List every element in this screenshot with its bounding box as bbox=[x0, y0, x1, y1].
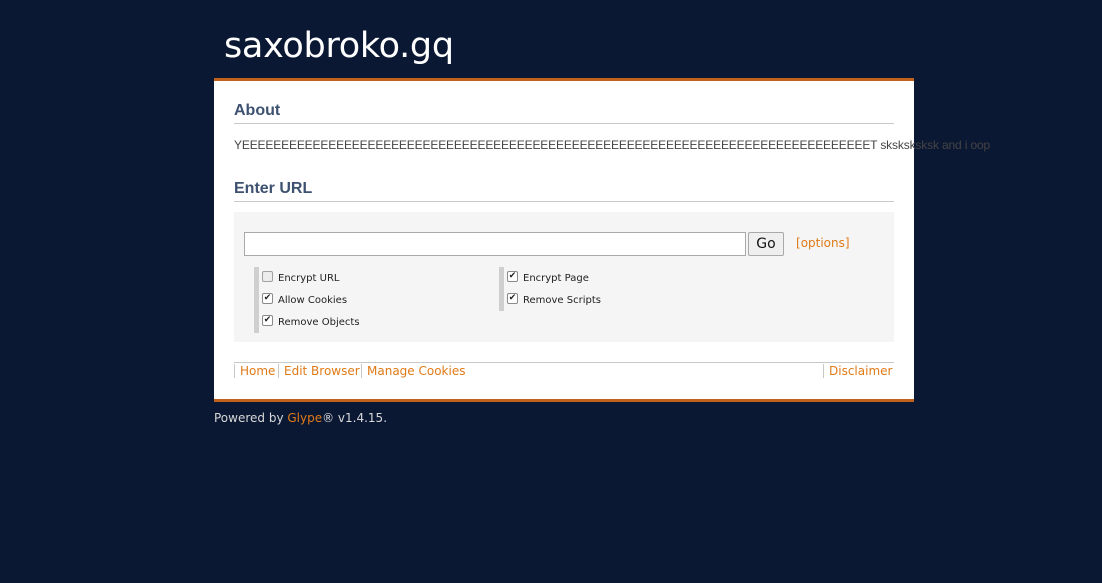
remove-scripts-label: Remove Scripts bbox=[523, 294, 601, 306]
site-title: saxobroko.gq bbox=[224, 26, 454, 66]
nav-edit-browser-link[interactable]: Edit Browser bbox=[278, 364, 360, 378]
glype-link[interactable]: Glype bbox=[287, 411, 322, 425]
encrypt-page-label: Encrypt Page bbox=[523, 272, 589, 284]
url-form-panel: Go [options] Encrypt URL ✔ Allow Cookies… bbox=[234, 212, 894, 342]
option-remove-objects[interactable]: ✔ Remove Objects bbox=[262, 311, 360, 333]
option-encrypt-page[interactable]: ✔ Encrypt Page bbox=[507, 267, 601, 289]
option-encrypt-url[interactable]: Encrypt URL bbox=[262, 267, 360, 289]
nav-manage-cookies-link[interactable]: Manage Cookies bbox=[361, 364, 465, 378]
encrypt-page-checkbox[interactable]: ✔ bbox=[507, 270, 518, 282]
about-text: YEEEEEEEEEEEEEEEEEEEEEEEEEEEEEEEEEEEEEEE… bbox=[234, 138, 991, 152]
allow-cookies-checkbox[interactable]: ✔ bbox=[262, 292, 273, 304]
remove-scripts-checkbox[interactable]: ✔ bbox=[507, 292, 518, 304]
about-heading: About bbox=[234, 101, 894, 124]
encrypt-url-checkbox[interactable] bbox=[262, 270, 273, 282]
powered-by-prefix: Powered by bbox=[214, 411, 288, 425]
remove-objects-label: Remove Objects bbox=[278, 316, 360, 328]
allow-cookies-label: Allow Cookies bbox=[278, 294, 348, 306]
footer-nav: Home Edit Browser Manage Cookies Disclai… bbox=[234, 362, 894, 379]
options-link[interactable]: options bbox=[801, 236, 845, 250]
powered-by-suffix: ® v1.4.15. bbox=[322, 411, 388, 425]
url-input[interactable] bbox=[244, 232, 746, 256]
options-column-right: ✔ Encrypt Page ✔ Remove Scripts bbox=[499, 267, 601, 311]
nav-home-link[interactable]: Home bbox=[234, 364, 275, 378]
enter-url-heading: Enter URL bbox=[234, 179, 894, 202]
options-toggle: [options] bbox=[796, 236, 850, 250]
encrypt-url-label: Encrypt URL bbox=[278, 272, 340, 284]
options-column-left: Encrypt URL ✔ Allow Cookies ✔ Remove Obj… bbox=[254, 267, 360, 333]
option-allow-cookies[interactable]: ✔ Allow Cookies bbox=[262, 289, 360, 311]
option-remove-scripts[interactable]: ✔ Remove Scripts bbox=[507, 289, 601, 311]
nav-disclaimer-link[interactable]: Disclaimer bbox=[823, 364, 892, 378]
powered-by: Powered by Glype® v1.4.15. bbox=[214, 411, 387, 425]
go-button[interactable]: Go bbox=[748, 232, 784, 256]
remove-objects-checkbox[interactable]: ✔ bbox=[262, 314, 273, 326]
options-bracket-close: ] bbox=[844, 236, 850, 250]
content-box: About YEEEEEEEEEEEEEEEEEEEEEEEEEEEEEEEEE… bbox=[214, 78, 990, 402]
